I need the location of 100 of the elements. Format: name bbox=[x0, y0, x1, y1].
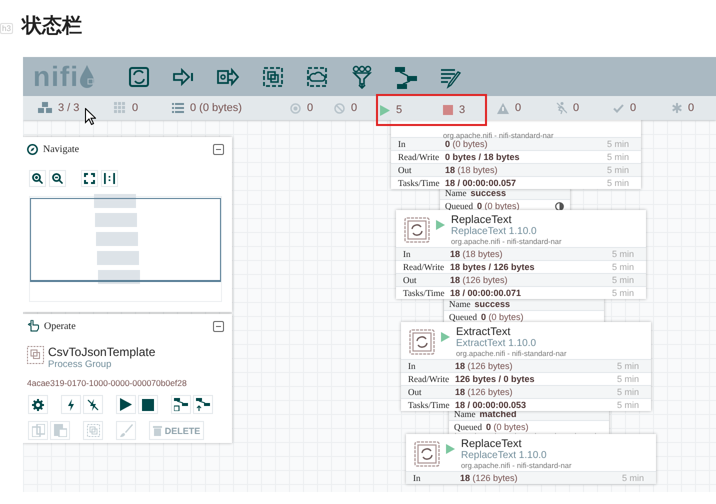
crossed-circle-icon bbox=[334, 102, 345, 114]
mini-component bbox=[95, 213, 137, 227]
queued-value: 0 (0 bytes) bbox=[486, 422, 529, 432]
stop-icon bbox=[142, 398, 154, 410]
zoom-out-icon bbox=[52, 173, 63, 184]
section-heading: 状态栏 bbox=[22, 12, 82, 39]
stat-time: 5 min bbox=[616, 360, 639, 373]
stat-time: 5 min bbox=[612, 261, 634, 274]
component-id: 4acae319-0170-1000-0000-000070b0ef28 bbox=[26, 377, 188, 388]
collapse-button[interactable] bbox=[213, 320, 224, 332]
play-icon bbox=[120, 398, 132, 411]
stat-time: 5 min bbox=[616, 386, 639, 399]
zoom-out-button[interactable] bbox=[49, 170, 66, 187]
arrows-square-icon bbox=[409, 329, 435, 355]
stat-value: 18 (126 bytes) bbox=[455, 386, 514, 399]
copy-icon bbox=[32, 424, 44, 437]
arrow-out-icon bbox=[216, 64, 240, 88]
connection-name: success bbox=[474, 299, 510, 309]
corners-icon bbox=[84, 173, 95, 184]
nested-squares-icon bbox=[260, 64, 285, 88]
crossed-lightning-icon bbox=[87, 398, 99, 410]
heading-marker: h3 bbox=[0, 23, 13, 34]
fit-button[interactable] bbox=[81, 170, 98, 187]
check-icon bbox=[613, 104, 624, 112]
actual-size-button[interactable] bbox=[101, 170, 118, 187]
status-value: 5 bbox=[396, 104, 402, 116]
create-template-button[interactable] bbox=[171, 395, 191, 414]
stat-label: In bbox=[413, 472, 422, 485]
status-value: 0 bbox=[630, 102, 636, 114]
stat-time: 5 min bbox=[612, 274, 634, 287]
stat-label: In bbox=[398, 138, 406, 151]
mini-component bbox=[96, 232, 138, 246]
status-value: 0 (0 bytes) bbox=[190, 102, 242, 114]
lightning-icon bbox=[67, 398, 75, 410]
stat-time: 5 min bbox=[612, 287, 634, 300]
stat-label: Out bbox=[403, 274, 418, 287]
viewport-frame[interactable] bbox=[30, 198, 221, 282]
disable-button[interactable] bbox=[83, 395, 103, 414]
stat-value: 0 bytes / 18 bytes bbox=[445, 151, 521, 164]
nested-squares-icon bbox=[27, 346, 44, 364]
drop-icon bbox=[79, 64, 95, 88]
stat-label: Read/Write bbox=[398, 151, 440, 164]
queued-value: 0 (0 bytes) bbox=[477, 201, 520, 211]
stat-time: 5 min bbox=[616, 399, 639, 412]
status-value: 0 bbox=[688, 102, 694, 114]
configure-button[interactable] bbox=[28, 395, 48, 414]
birdseye-view[interactable] bbox=[29, 196, 222, 302]
stat-value: 18 / 00:00:00.057 bbox=[445, 177, 518, 190]
stat-value: 18 bytes / 126 bytes bbox=[450, 261, 536, 274]
upload-template-button[interactable] bbox=[193, 395, 213, 414]
arrows-square-icon bbox=[127, 64, 152, 88]
status-value: 0 bbox=[132, 102, 138, 114]
stat-time: 5 min bbox=[606, 177, 629, 190]
compass-icon bbox=[27, 144, 38, 154]
arrows-square-icon bbox=[414, 441, 440, 467]
processor-type: ExtractText 1.10.0 bbox=[456, 338, 538, 349]
name-label: Name bbox=[449, 299, 470, 309]
zoom-in-icon bbox=[32, 173, 43, 184]
crossed-figure-icon bbox=[556, 102, 567, 114]
start-button[interactable] bbox=[116, 395, 136, 414]
collapse-button[interactable] bbox=[213, 144, 224, 154]
status-value: 3 / 3 bbox=[58, 102, 80, 114]
status-value: 0 bbox=[307, 102, 314, 114]
nested-squares-icon bbox=[86, 424, 100, 437]
stat-time: 5 min bbox=[622, 472, 644, 485]
stat-label: Out bbox=[398, 164, 412, 177]
queued-label: Queued bbox=[449, 312, 477, 322]
stat-time: 5 min bbox=[616, 373, 639, 386]
warning-icon bbox=[497, 102, 509, 114]
panel-title: Operate bbox=[44, 320, 76, 332]
status-value: 0 bbox=[573, 102, 580, 114]
stat-value: 18 (126 bytes) bbox=[460, 472, 519, 485]
play-icon bbox=[380, 104, 390, 116]
mini-component bbox=[97, 251, 139, 265]
stat-label: Tasks/Time bbox=[398, 177, 441, 190]
stat-time: 5 min bbox=[606, 151, 629, 164]
processor-type: ReplaceText 1.10.0 bbox=[461, 450, 548, 461]
stat-label: Tasks/Time bbox=[403, 287, 446, 300]
component-name: CsvToJsonTemplate bbox=[48, 346, 156, 359]
stat-value: 18 (18 bytes) bbox=[445, 164, 499, 177]
stat-label: In bbox=[403, 248, 412, 261]
status-value: 0 bbox=[515, 102, 522, 114]
gear-icon bbox=[32, 398, 44, 410]
stat-value: 0 (0 bytes) bbox=[445, 139, 488, 151]
enable-button[interactable] bbox=[61, 395, 81, 414]
target-icon bbox=[290, 102, 301, 114]
queued-label: Queued bbox=[454, 422, 482, 432]
stop-button[interactable] bbox=[138, 395, 158, 414]
processor-name: ReplaceText bbox=[461, 439, 523, 450]
zoom-in-button[interactable] bbox=[29, 170, 46, 187]
stat-value: 18 (126 bytes) bbox=[455, 360, 514, 373]
stat-value: 18 (126 bytes) bbox=[450, 274, 509, 287]
status-value: 3 bbox=[459, 104, 466, 116]
queued-value: 0 (0 bytes) bbox=[481, 312, 524, 322]
connection-name: matched bbox=[480, 409, 517, 419]
processor-name: ExtractText bbox=[456, 327, 512, 338]
funnel-icon bbox=[350, 64, 374, 88]
dots-grid-icon bbox=[114, 102, 126, 114]
panel-title: Navigate bbox=[43, 144, 80, 154]
name-label: Name bbox=[454, 409, 476, 419]
